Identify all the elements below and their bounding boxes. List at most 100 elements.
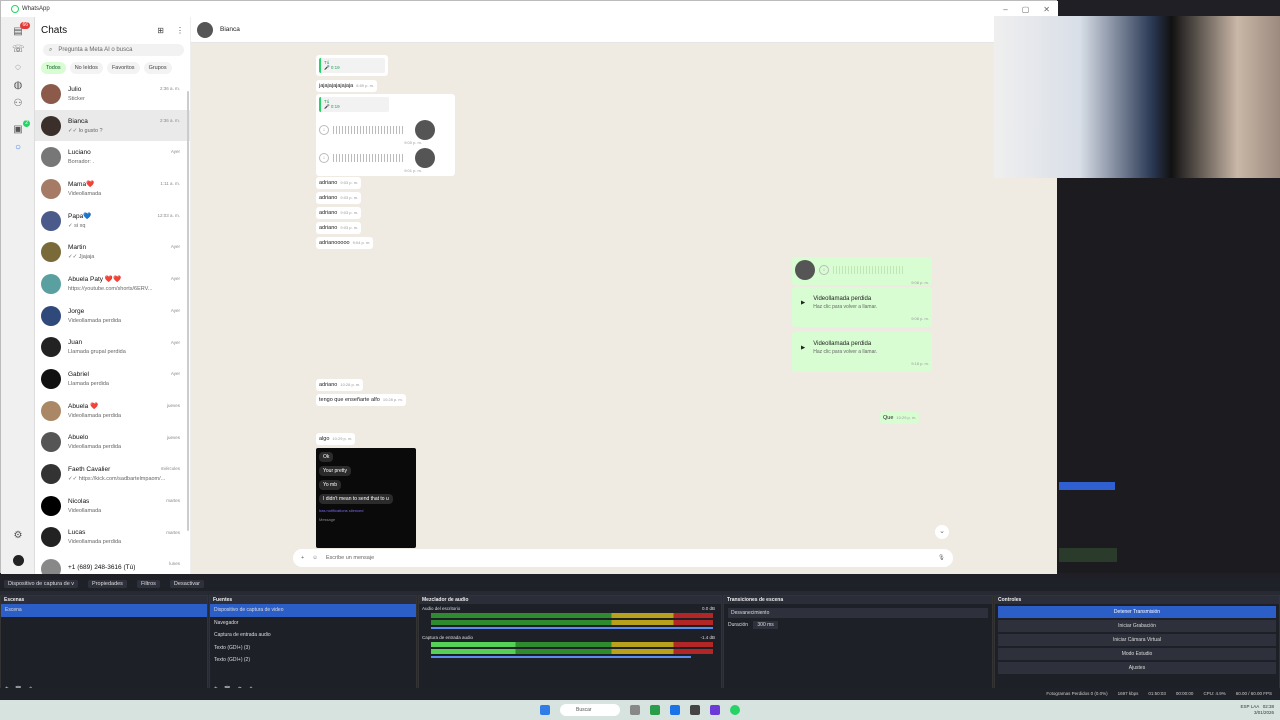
obs-toolbar-item[interactable]: Propiedades [88,580,127,588]
minimize-icon[interactable]: – [1003,5,1007,14]
chat-list-item[interactable]: Luciano Borrador: . Ayer [35,141,190,173]
source-item[interactable]: Texto (GDI+) (3) [210,642,416,655]
chat-time: Ayer [170,244,180,250]
message-bubble[interactable]: tengo que enseñarte alfo 10:28 p. m. [316,394,406,406]
chat-list-item[interactable]: Gabriel Llamada perdida Ayer [35,363,190,395]
message-bubble[interactable]: adriano 9:03 p. m. [316,207,362,219]
close-icon[interactable]: ✕ [1043,5,1050,14]
chat-list-item[interactable]: Martin ✓✓ Jjajaja Ayer [35,236,190,268]
chat-list-item[interactable]: Bianca ✓✓ lo gusto ? 2:36 a. m. [35,109,190,142]
transition-select[interactable]: Desvanecimiento [728,608,988,618]
filter-chip[interactable]: Todos [41,62,66,74]
chat-list-item[interactable]: Jorge Videollamada perdida Ayer [35,300,190,332]
app-icon[interactable] [710,705,720,715]
compose-bar[interactable]: + ☺ Escribe un mensaje 🎙 [293,549,953,567]
source-item[interactable]: Dispositivo de captura de video [210,604,416,617]
conversation-header[interactable]: Bianca ▶ [191,17,1057,43]
menu-icon[interactable]: ⋮ [176,26,184,35]
start-icon[interactable] [540,705,550,715]
filter-chip[interactable]: Favoritos [106,62,140,74]
chat-list-item[interactable]: Papa💙 ✓ si xq 12:03 a. m. [35,205,190,237]
message-bubble[interactable]: adriano 9:03 p. m. [316,192,362,204]
communities-nav-icon[interactable]: ⚇ [12,98,24,110]
maximize-icon[interactable]: ▢ [1022,5,1030,14]
calls-nav-icon[interactable]: ☏ [12,44,25,56]
scene-item[interactable]: Escena [1,604,207,617]
language-indicator[interactable]: ESP LAA [1241,704,1259,709]
settings-icon[interactable]: ⚙ [12,530,24,542]
profile-avatar[interactable] [12,555,24,567]
message-bubble[interactable]: adriano 10:28 p. m. [316,379,364,391]
new-chat-icon[interactable]: ⊞ [157,26,164,35]
source-item[interactable]: Texto (GDI+) (2) [210,654,416,667]
volume-slider[interactable] [431,627,713,629]
archive-nav-icon[interactable]: ▣ 2 [12,120,30,136]
control-button[interactable]: Iniciar Cámara Virtual [998,634,1276,646]
chat-list-item[interactable]: Nicolas Videollamada martes [35,490,190,522]
message-text: adriano [319,195,338,201]
download-icon[interactable]: ↓ [819,265,829,275]
filter-chip[interactable]: No leídos [69,62,103,74]
channels-nav-icon[interactable]: ◍ [12,80,24,92]
chat-list-item[interactable]: Abuelo Videollamada perdida jueves [35,427,190,459]
microphone-icon[interactable]: 🎙 [938,555,945,561]
app-icon[interactable] [650,705,660,715]
chat-list-scrollbar[interactable] [187,91,189,531]
control-button[interactable]: Modo Estudio [998,648,1276,660]
missed-video-call-1[interactable]: ▶ Videollamada perdida Haz clic para volve… [792,287,932,327]
quoted-voice-message[interactable]: Tú 🎤 0:19 [316,55,388,76]
download-icon[interactable]: ↓ [319,153,329,163]
avatar [41,400,61,421]
voice-messages-bubble[interactable]: Tú 🎤 0:19 ↓ 9:00 p. m. ↓ 9:01 p. m. [316,94,455,176]
search-input[interactable]: ⌕ Pregunta a Meta AI o busca [43,44,184,56]
emoji-icon[interactable]: ☺ [312,555,318,561]
status-nav-icon[interactable]: ◌ [12,62,24,74]
chat-list-item[interactable]: Faeth Cavalier ✓✓ https://kick.com/sadbar… [35,458,190,490]
message-input[interactable]: Escribe un mensaje [326,555,374,561]
source-item[interactable]: Captura de entrada audio [210,629,416,642]
chat-list-item[interactable]: Julio Sticker 2:36 a. m. [35,78,190,110]
chat-list-item[interactable]: Juan Llamada grupal perdida Ayer [35,332,190,364]
control-button[interactable]: Iniciar Grabación [998,620,1276,632]
message-bubble[interactable]: adriano 9:03 p. m. [316,222,362,234]
duration-field[interactable]: 300 ms [753,621,778,629]
control-button[interactable]: Detener Transmisión [998,606,1276,618]
obs-toolbar-item[interactable]: Filtros [136,580,160,588]
attach-icon[interactable]: + [301,555,304,561]
message-text: Que [883,415,894,421]
app-icon[interactable] [630,705,640,715]
scroll-down-button[interactable]: ⌄ [935,525,949,539]
volume-slider[interactable] [431,656,691,658]
source-item[interactable]: Navegador [210,617,416,630]
chat-list-item[interactable]: Mama❤️ Videollamada 1:11 a. m. [35,173,190,205]
filter-chip[interactable]: Grupos [143,62,172,74]
message-bubble[interactable]: jajajajajajajaja 8:59 p. m. [316,80,378,92]
download-icon[interactable]: ↓ [319,125,329,135]
obs-toolbar-item[interactable]: Dispositivo de captura de v [4,580,79,588]
avatar [41,432,61,453]
missed-video-call-2[interactable]: ▶ Videollamada perdida Haz clic para volve… [792,332,932,372]
app-icon[interactable] [690,705,700,715]
chats-nav-icon[interactable]: ▤ 66 [12,22,30,38]
contact-avatar[interactable] [197,21,213,38]
chat-list-item[interactable]: Abuela ❤️ Videollamada perdida jueves [35,395,190,427]
message-bubble[interactable]: adrianooooo 9:04 p. m. [316,237,374,249]
chat-list-item[interactable]: Abuela Paty ❤️❤️ https://youtube.com/shor… [35,268,190,300]
chat-preview: Sticker [68,95,85,102]
app-icon[interactable] [670,705,680,715]
message-bubble[interactable]: algo 10:29 p. m. [316,433,356,445]
screenshot-image-message[interactable]: Ok Your pretty Yo mb I didn't mean to se… [316,448,416,548]
taskbar-search[interactable]: Buscar [560,704,620,716]
chat-list-item[interactable]: Lucas Videollamada perdida martes [35,522,190,554]
whatsapp-taskbar-icon[interactable] [730,705,740,715]
control-button[interactable]: Ajustes [998,662,1276,674]
outgoing-voice-message[interactable]: ↓ 9:08 p. m. [792,257,932,285]
message-bubble[interactable]: adriano 9:03 p. m. [316,177,362,189]
message-bubble[interactable]: Que 10:29 p. m. [880,412,920,424]
meta-ai-icon[interactable]: ○ [12,142,24,154]
obs-toolbar-item[interactable]: Desactivar [169,580,204,588]
avatar [41,115,61,136]
voice-message[interactable]: ↓ [319,120,452,140]
voice-message[interactable]: ↓ [319,148,452,168]
chat-list-item[interactable]: +1 (689) 248-3616 (Tú) lunes [35,553,190,574]
